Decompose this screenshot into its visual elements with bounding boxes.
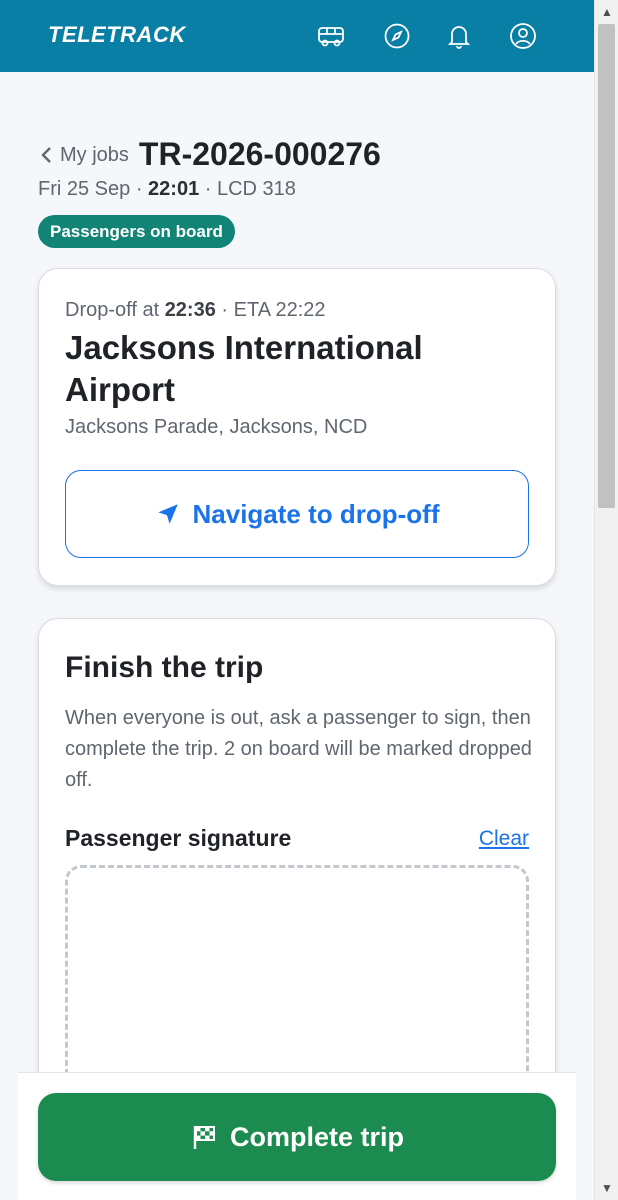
destination-name: Jacksons International Airport bbox=[65, 329, 423, 408]
dropoff-time-line: Drop-off at 22:36 · ETA 22:22 bbox=[65, 299, 326, 322]
page-scrollbar[interactable]: ▲ ▼ bbox=[594, 0, 618, 1200]
finish-trip-description: When everyone is out, ask a passenger to… bbox=[65, 707, 532, 791]
teletrack-logo[interactable]: TELETRACK bbox=[48, 22, 186, 48]
complete-trip-button[interactable]: Complete trip bbox=[38, 1093, 556, 1181]
navigate-to-dropoff-button[interactable]: Navigate to drop-off bbox=[65, 470, 529, 558]
finish-trip-title: Finish the trip bbox=[65, 651, 264, 684]
job-meta: Fri 25 Sep · 22:01 · LCD 318 bbox=[38, 178, 296, 201]
dropoff-eta: · ETA 22:22 bbox=[215, 299, 326, 321]
scroll-thumb[interactable] bbox=[598, 24, 615, 508]
vehicle-icon[interactable] bbox=[314, 20, 348, 52]
job-time: 22:01 bbox=[148, 178, 200, 200]
navigate-label: Navigate to drop-off bbox=[192, 498, 440, 529]
top-bar: TELETRACK bbox=[0, 0, 594, 72]
destination-address: Jacksons Parade, Jacksons, NCD bbox=[65, 416, 368, 438]
meta-separator: · bbox=[130, 178, 149, 200]
status-badge: Passengers on board bbox=[38, 215, 235, 248]
job-date: Fri 25 Sep bbox=[38, 178, 131, 200]
compass-icon[interactable] bbox=[380, 20, 414, 52]
checkered-flag-icon bbox=[193, 1126, 215, 1149]
clear-signature-link[interactable]: Clear bbox=[479, 827, 529, 851]
scroll-up-arrow-icon[interactable]: ▲ bbox=[595, 2, 618, 22]
dropoff-time: 22:36 bbox=[164, 299, 216, 321]
dropoff-prefix: Drop-off at bbox=[65, 299, 165, 321]
dropoff-card: Drop-off at 22:36 · ETA 22:22 Jacksons I… bbox=[38, 268, 556, 586]
bell-icon[interactable] bbox=[442, 20, 476, 52]
user-icon[interactable] bbox=[506, 20, 540, 52]
back-label: My jobs bbox=[60, 143, 129, 166]
meta-separator: · bbox=[199, 178, 217, 200]
scroll-down-arrow-icon[interactable]: ▼ bbox=[595, 1178, 618, 1198]
bottom-action-bar: Complete trip bbox=[18, 1072, 576, 1200]
app-viewport: TELETRACK My jobs TR-2026-000276 Fri 25 … bbox=[0, 0, 594, 1200]
chevron-left-icon bbox=[41, 147, 51, 163]
page-title: TR-2026-000276 bbox=[138, 136, 381, 172]
navigation-arrow-icon bbox=[157, 504, 178, 524]
signature-label: Passenger signature bbox=[65, 825, 292, 851]
vehicle-reg: LCD 318 bbox=[216, 178, 296, 200]
breadcrumb: My jobs TR-2026-000276 bbox=[38, 136, 381, 173]
back-to-my-jobs-link[interactable]: My jobs bbox=[38, 144, 129, 167]
complete-trip-label: Complete trip bbox=[229, 1121, 404, 1152]
